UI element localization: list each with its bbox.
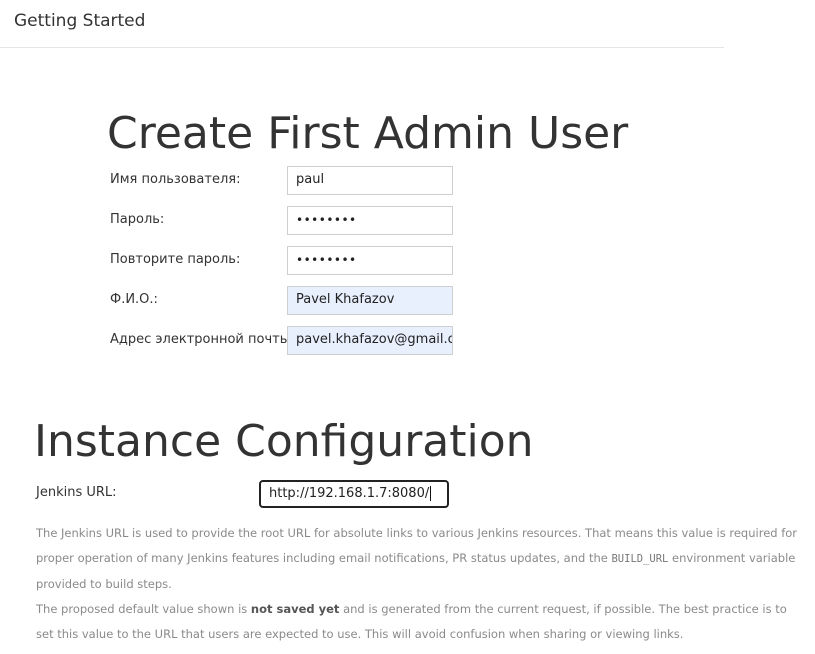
password-confirm-input[interactable]: •••••••• bbox=[287, 246, 453, 275]
username-input[interactable]: paul bbox=[287, 166, 453, 195]
help-paragraph-1: The Jenkins URL is used to provide the r… bbox=[36, 521, 806, 597]
password-input[interactable]: •••••••• bbox=[287, 206, 453, 235]
text-caret bbox=[430, 486, 432, 501]
help-bold: not saved yet bbox=[250, 602, 340, 616]
password-label: Пароль: bbox=[110, 212, 165, 227]
full-name-input[interactable]: Pavel Khafazov bbox=[287, 286, 453, 315]
email-label: Адрес электронной почты: bbox=[110, 332, 295, 347]
build-url-code: BUILD_URL bbox=[611, 553, 669, 565]
help-paragraph-2: The proposed default value shown is not … bbox=[36, 597, 806, 647]
full-name-label: Ф.И.О.: bbox=[110, 292, 158, 307]
jenkins-url-label: Jenkins URL: bbox=[36, 485, 117, 500]
jenkins-url-value: http://192.168.1.7:8080/ bbox=[269, 486, 430, 501]
email-input[interactable]: pavel.khafazov@gmail.c bbox=[287, 326, 453, 355]
page-header: Getting Started bbox=[0, 0, 724, 48]
create-admin-heading: Create First Admin User bbox=[107, 108, 629, 159]
password-confirm-label: Повторите пароль: bbox=[110, 252, 241, 267]
instance-config-heading: Instance Configuration bbox=[34, 416, 534, 467]
jenkins-url-input[interactable]: http://192.168.1.7:8080/ bbox=[259, 480, 449, 508]
username-label: Имя пользователя: bbox=[110, 172, 241, 187]
page-title: Getting Started bbox=[14, 11, 146, 31]
jenkins-url-help: The Jenkins URL is used to provide the r… bbox=[36, 521, 806, 647]
help-text: The proposed default value shown is bbox=[36, 602, 251, 616]
